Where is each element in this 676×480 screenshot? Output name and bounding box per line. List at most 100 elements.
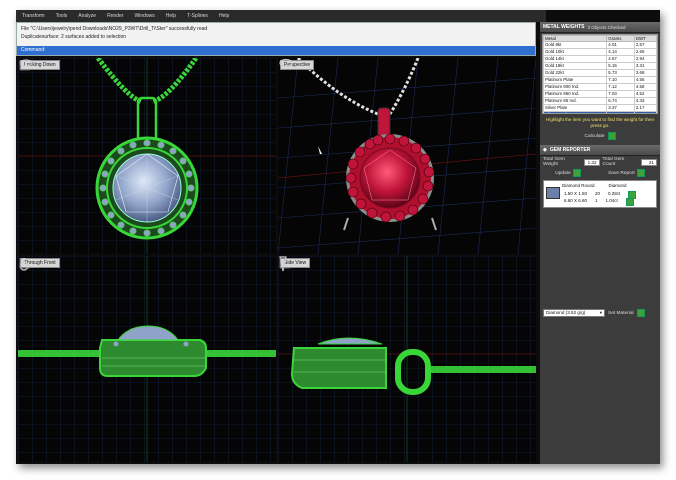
update-button[interactable] bbox=[572, 169, 581, 177]
material-section: Diamond (3.52 g/g) ▾ Set Material bbox=[540, 309, 660, 464]
save-report-label: Save Report bbox=[608, 170, 635, 176]
menu-item[interactable]: Help bbox=[219, 13, 229, 19]
pendant-front-render bbox=[18, 256, 276, 462]
table-row[interactable]: Gold 10kt 4.14 2.66 bbox=[543, 48, 657, 56]
gem-list-header: Diamond bbox=[608, 183, 627, 188]
table-cell: 4.56 bbox=[633, 76, 657, 84]
table-cell: Silver Sterling 2 bbox=[543, 111, 608, 113]
save-report-button[interactable] bbox=[636, 169, 645, 177]
table-cell: 4.58 bbox=[633, 83, 657, 91]
viewport-looking-down[interactable]: Looking Down bbox=[18, 58, 276, 254]
table-cell: 2.57 bbox=[633, 41, 657, 49]
table-cell: Gold 14kt bbox=[543, 55, 608, 63]
axis-icon bbox=[19, 60, 30, 71]
table-cell: 7.12 bbox=[606, 83, 635, 91]
material-select[interactable]: Diamond (3.52 g/g) ▾ bbox=[543, 309, 605, 317]
table-row[interactable]: Silver Sterling 23.442.21 bbox=[543, 111, 657, 113]
gem-icon: ◆ bbox=[543, 147, 547, 153]
table-row[interactable]: Gold 14kt 4.57 2.94 bbox=[543, 55, 657, 63]
calculate-button[interactable] bbox=[607, 132, 616, 140]
table-row[interactable]: Silver Plate 3.37 2.17 bbox=[543, 104, 657, 112]
gem-row[interactable]: 6.60 X 6.60 1 1.04ct bbox=[564, 198, 634, 206]
right-tool-panel: METAL WEIGHTS 3 Objects Checked Metal Gr… bbox=[540, 22, 660, 464]
menu-item[interactable]: Tools bbox=[56, 13, 68, 19]
table-cell: Platinum 85 Ind. bbox=[543, 97, 608, 105]
total-count-field[interactable]: 21 bbox=[641, 158, 657, 166]
chevron-down-icon: ▾ bbox=[599, 310, 602, 315]
table-cell: 7.10 bbox=[606, 76, 635, 84]
gem-count: 1 bbox=[595, 198, 598, 203]
table-cell: 4.52 bbox=[633, 90, 657, 98]
menu-item[interactable]: Analyze bbox=[78, 13, 96, 19]
gem-thumbnail bbox=[546, 187, 560, 199]
table-cell: Platinum Plate bbox=[543, 76, 608, 84]
menu-item[interactable]: Render bbox=[107, 13, 123, 19]
gem-list-header: Diamond Round bbox=[562, 183, 595, 188]
table-row[interactable]: Gold 22kt 5.73 3.68 bbox=[543, 69, 657, 77]
table-cell: 3.31 bbox=[633, 62, 657, 70]
table-cell: 2.21 bbox=[633, 111, 657, 113]
pendant-perspective-render bbox=[278, 58, 536, 254]
table-cell: 5.73 bbox=[606, 69, 635, 77]
table-cell: 3.37 bbox=[606, 104, 635, 112]
table-cell: 2.66 bbox=[633, 48, 657, 56]
total-count-label: Total Gem Count bbox=[602, 157, 625, 167]
table-cell: 3.68 bbox=[633, 69, 657, 77]
command-area: File "C:\Users\jewelry\pend Downloads\NO… bbox=[16, 22, 536, 56]
table-cell: 4.14 bbox=[606, 48, 635, 56]
table-cell: 4.57 bbox=[606, 55, 635, 63]
command-history-line: Duplicatesurface: 2 surfaces added to se… bbox=[21, 34, 127, 40]
menu-item[interactable]: Windows bbox=[135, 13, 155, 19]
metal-weights-header: METAL WEIGHTS 3 Objects Checked bbox=[540, 22, 660, 33]
metal-weights-table: Metal Grams DWT Gold 8kt 4.01 2.57 Gold 10k… bbox=[542, 34, 658, 114]
command-prompt[interactable]: Command: bbox=[17, 46, 535, 55]
set-material-button[interactable] bbox=[636, 309, 645, 317]
menu-bar: Transform Tools Analyze Render Windows H… bbox=[16, 10, 546, 22]
table-cell: 2.17 bbox=[633, 104, 657, 112]
gem-weight: 1.04ct bbox=[605, 198, 618, 203]
metal-weights-title: METAL WEIGHTS bbox=[543, 24, 585, 30]
table-cell: Gold 10kt bbox=[543, 48, 608, 56]
table-cell: 4.33 bbox=[633, 97, 657, 105]
gem-select-button[interactable] bbox=[625, 198, 634, 206]
update-label: Update bbox=[555, 170, 571, 176]
gem-reporter-header: ◆ GEM REPORTER bbox=[540, 145, 660, 156]
table-row[interactable]: Platinum 950 Ind. 7.03 4.52 bbox=[543, 90, 657, 98]
table-row[interactable]: Gold 8kt 4.01 2.57 bbox=[543, 41, 657, 49]
material-select-value: Diamond (3.52 g/g) bbox=[546, 310, 586, 315]
table-cell: 4.01 bbox=[606, 41, 635, 49]
table-cell: Silver Plate bbox=[543, 104, 608, 112]
table-cell: 5.15 bbox=[606, 62, 635, 70]
pendant-halo bbox=[95, 136, 199, 240]
menu-item[interactable]: Help bbox=[166, 13, 176, 19]
total-weight-label: Total Gem Weight bbox=[543, 157, 565, 167]
table-row[interactable]: Platinum 85 Ind. 6.74 4.33 bbox=[543, 97, 657, 105]
table-cell: Gold 22kt bbox=[543, 69, 608, 77]
table-cell: Platinum 900 Ind. bbox=[543, 83, 608, 91]
table-row[interactable]: Gold 18kt 5.15 3.31 bbox=[543, 62, 657, 70]
application-window: Transform Tools Analyze Render Windows H… bbox=[16, 10, 660, 464]
gem-size: 6.60 X 6.60 bbox=[564, 198, 588, 203]
table-row[interactable]: Platinum Plate 7.10 4.56 bbox=[543, 76, 657, 84]
table-cell: Gold 18kt bbox=[543, 62, 608, 70]
total-weight-field[interactable]: 1.32 bbox=[583, 158, 600, 166]
table-cell: 2.94 bbox=[633, 55, 657, 63]
viewport-through-front[interactable]: Through Front bbox=[18, 256, 276, 462]
pendant-side-render bbox=[278, 256, 536, 462]
table-cell: Gold 8kt bbox=[543, 41, 608, 49]
command-history-line: File "C:\Users\jewelry\pend Downloads\NO… bbox=[21, 26, 208, 32]
gem-list[interactable]: Diamond Round Diamond 1.50 X 1.50 20 0.2… bbox=[543, 180, 657, 208]
ring-view-icon[interactable] bbox=[278, 58, 294, 68]
menu-item[interactable]: T-Splines bbox=[187, 13, 208, 19]
table-row[interactable]: Platinum 900 Ind. 7.12 4.58 bbox=[543, 83, 657, 91]
menu-item[interactable]: Transform bbox=[22, 13, 45, 19]
table-cell: Platinum 950 Ind. bbox=[543, 90, 608, 98]
viewport-perspective[interactable]: Perspective bbox=[278, 58, 536, 254]
table-cell: 6.74 bbox=[606, 97, 635, 105]
set-material-label: Set Material bbox=[608, 310, 634, 316]
instruction-text: Highlight the item you want to find the … bbox=[545, 117, 655, 128]
gem-reporter-title: GEM REPORTER bbox=[549, 147, 591, 153]
table-cell: 7.03 bbox=[606, 90, 635, 98]
viewport-side-view[interactable]: Side View bbox=[278, 256, 536, 462]
objects-checked-label: 3 Objects Checked bbox=[587, 24, 626, 30]
